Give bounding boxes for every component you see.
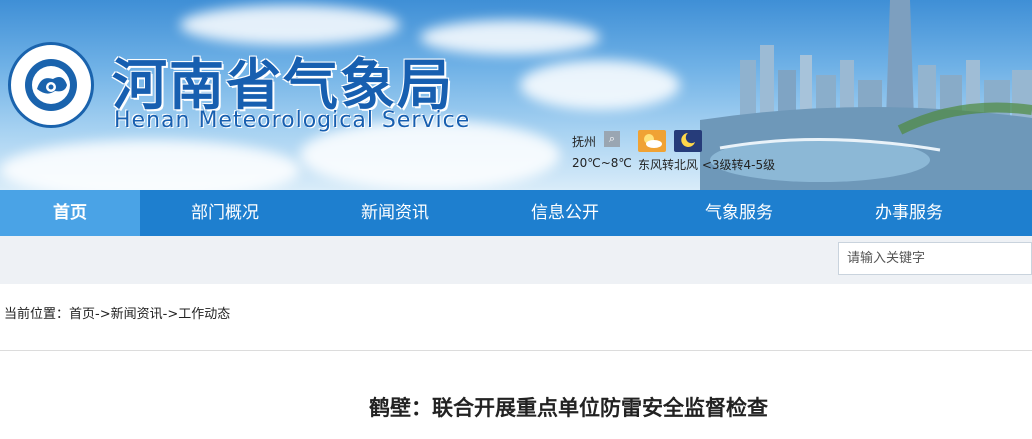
site-subtitle: Henan Meteorological Service bbox=[114, 108, 471, 133]
partly-cloudy-sun-icon bbox=[638, 130, 666, 152]
breadcrumb-item-work-news[interactable]: 工作动态 bbox=[178, 307, 230, 322]
weather-wind: 东风转北风 <3级转4-5级 bbox=[638, 158, 776, 172]
breadcrumb-item-home[interactable]: 首页 bbox=[69, 307, 95, 322]
content-divider bbox=[0, 350, 1032, 351]
cloud-decoration bbox=[0, 140, 300, 190]
nav-item-affairs-service[interactable]: 办事服务 bbox=[824, 190, 994, 236]
nav-item-weather-service[interactable]: 气象服务 bbox=[654, 190, 824, 236]
nav-item-info-disclosure[interactable]: 信息公开 bbox=[480, 190, 650, 236]
magnifier-icon[interactable]: ⌕ bbox=[604, 131, 620, 147]
breadcrumb-item-news[interactable]: 新闻资讯 bbox=[111, 307, 163, 322]
cma-emblem-icon bbox=[25, 59, 77, 111]
weather-city[interactable]: 抚州 bbox=[572, 133, 596, 150]
moon-cloud-icon bbox=[674, 130, 702, 152]
weather-temperature: 20℃~8℃ bbox=[572, 156, 632, 170]
breadcrumb-separator: -> bbox=[95, 307, 111, 322]
cloud-decoration bbox=[520, 60, 680, 110]
breadcrumb: 当前位置：首页->新闻资讯->工作动态 bbox=[4, 303, 230, 322]
cma-logo[interactable] bbox=[8, 42, 94, 128]
main-nav: 首页 部门概况 新闻资讯 信息公开 气象服务 办事服务 bbox=[0, 190, 1032, 236]
search-input[interactable] bbox=[838, 242, 1032, 275]
cloud-decoration bbox=[180, 5, 400, 45]
nav-item-news[interactable]: 新闻资讯 bbox=[310, 190, 480, 236]
article-title: 鹤壁：联合开展重点单位防雷安全监督检查 bbox=[369, 396, 768, 420]
breadcrumb-prefix: 当前位置： bbox=[4, 307, 70, 322]
breadcrumb-separator: -> bbox=[162, 307, 179, 322]
nav-item-department[interactable]: 部门概况 bbox=[140, 190, 310, 236]
nav-item-home[interactable]: 首页 bbox=[0, 190, 140, 236]
header-banner: 河南省气象局 Henan Meteorological Service 抚州 ⌕… bbox=[0, 0, 1032, 190]
